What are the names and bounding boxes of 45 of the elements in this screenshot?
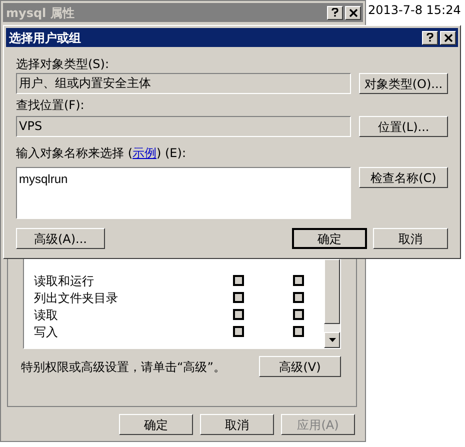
close-icon	[444, 34, 452, 42]
location-button[interactable]: 位置(L)...	[359, 116, 448, 137]
checkbox[interactable]	[233, 326, 244, 337]
checkbox[interactable]	[293, 292, 304, 303]
permission-name: 列出文件夹目录	[34, 290, 119, 306]
field-label: 输入对象名称来选择 (示例) (E):	[16, 146, 187, 160]
scroll-thumb[interactable]	[324, 259, 340, 324]
checkbox[interactable]	[293, 275, 304, 286]
dialog-button[interactable]: 取消	[373, 228, 448, 249]
checkbox[interactable]	[233, 275, 244, 286]
help-button[interactable]	[327, 6, 343, 20]
object-types-field: 用户、组或内置安全主体	[16, 73, 351, 94]
permission-name: 写入	[34, 324, 59, 340]
timestamp: 2013-7-8 15:24	[368, 2, 461, 19]
advanced-button[interactable]: 高级(A)...	[16, 228, 105, 249]
scrollbar[interactable]	[324, 259, 340, 348]
window-title: 选择用户或组	[9, 30, 82, 46]
scroll-down-button[interactable]	[324, 332, 340, 348]
dialog-button[interactable]: 确定	[292, 228, 367, 249]
checkbox[interactable]	[293, 309, 304, 320]
object-types-button[interactable]: 对象类型(O)...	[359, 73, 448, 94]
help-icon	[331, 8, 339, 17]
examples-link[interactable]: 示例	[132, 146, 156, 160]
help-icon	[426, 33, 434, 42]
dialog-button[interactable]: 取消	[200, 414, 274, 435]
hint-text: 特别权限或高级设置，请单击“高级”。	[21, 358, 226, 376]
down-arrow-icon	[328, 338, 336, 342]
help-button[interactable]	[422, 30, 438, 44]
checkbox[interactable]	[233, 309, 244, 320]
permission-name: 读取	[34, 306, 59, 324]
window-title: mysql 属性	[6, 4, 76, 22]
close-button[interactable]	[440, 30, 456, 44]
check-names-button[interactable]: 检查名称(C)	[359, 167, 448, 188]
scroll-track[interactable]	[324, 324, 340, 332]
location-field: VPS	[16, 116, 351, 137]
checkbox[interactable]	[293, 326, 304, 337]
close-button[interactable]	[345, 6, 361, 20]
dialog-button[interactable]: 确定	[119, 414, 193, 435]
object-names-field[interactable]: mysqlrun	[16, 167, 351, 219]
advanced-button[interactable]: 高级(V)	[259, 356, 341, 377]
field-label: 选择对象类型(S):	[16, 57, 110, 71]
close-icon	[348, 8, 358, 16]
checkbox[interactable]	[233, 292, 244, 303]
field-label: 查找位置(F):	[16, 98, 86, 112]
permission-name: 读取和运行	[34, 272, 95, 290]
